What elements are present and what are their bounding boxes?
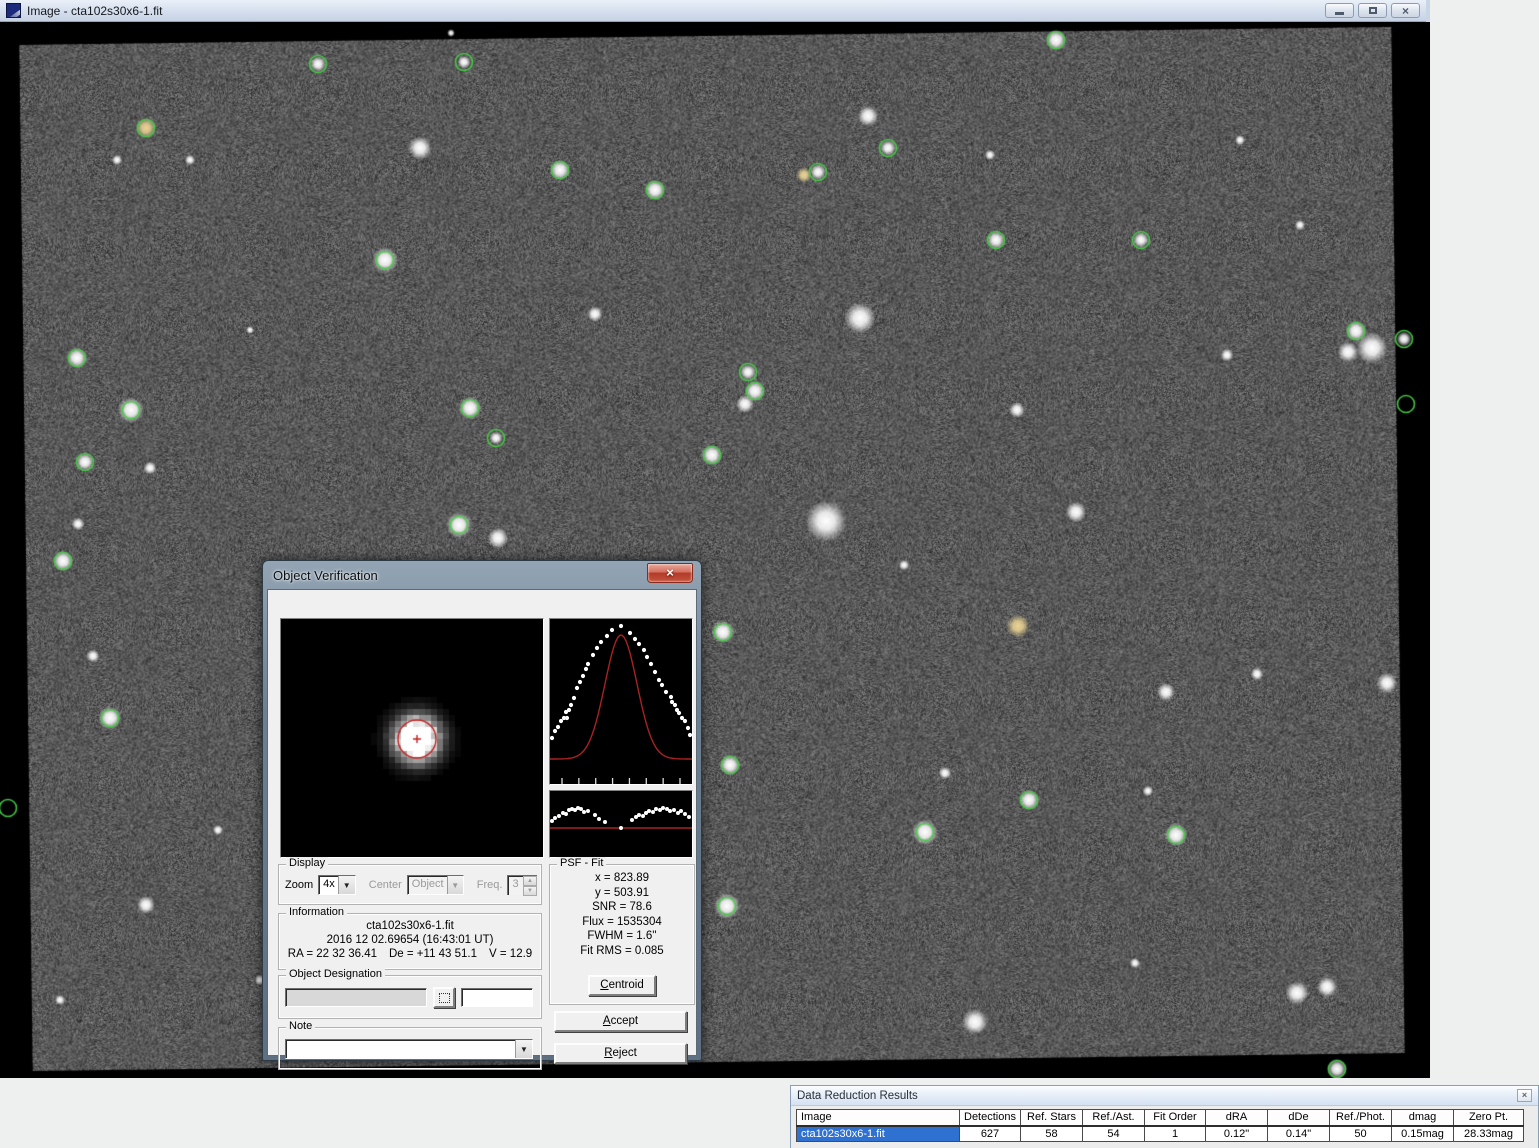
psf-y-value: y = 503.91 [550,887,694,899]
close-button[interactable]: × [1391,3,1420,18]
info-datetime: 2016 12 02.69654 (16:43:01 UT) [279,934,541,946]
minimize-button[interactable] [1325,3,1354,18]
table-row[interactable]: cta102s30x6-1.fit627585410.12"0.14"500.1… [797,1126,1524,1142]
column-header-dra: dRA [1206,1110,1268,1126]
column-header-fit-order: Fit Order [1145,1110,1206,1126]
object-designation-label: Object Designation [286,968,385,980]
chevron-down-icon[interactable]: ▼ [515,1040,532,1058]
centroid-button[interactable]: Centroid [588,975,656,996]
cell-image-name[interactable]: cta102s30x6-1.fit [797,1126,960,1142]
display-group-label: Display [286,857,328,869]
cell-value[interactable]: 58 [1021,1126,1083,1142]
restore-icon [1369,7,1377,14]
object-designation-input [285,988,427,1007]
image-window-title: Image - cta102s30x6-1.fit [27,4,162,18]
column-header-image: Image [797,1110,960,1126]
psf-fwhm-value: FWHM = 1.6'' [550,930,694,942]
cell-value[interactable]: 0.14" [1268,1126,1330,1142]
cell-value[interactable]: 0.15mag [1392,1126,1454,1142]
psf-residual-plot [549,790,693,858]
chevron-down-icon[interactable]: ▼ [338,876,355,894]
cell-value[interactable]: 1 [1145,1126,1206,1142]
zoom-label: Zoom [285,879,313,891]
results-title: Data Reduction Results [797,1090,918,1102]
cell-value[interactable]: 28.33mag [1454,1126,1524,1142]
column-header-ref-ast-: Ref./Ast. [1083,1110,1145,1126]
image-window: Image - cta102s30x6-1.fit × Object Verif… [0,0,1430,1078]
information-group: Information cta102s30x6-1.fit 2016 12 02… [278,913,542,970]
column-header-ref-phot-: Ref./Phot. [1330,1110,1392,1126]
column-header-detections: Detections [960,1110,1021,1126]
info-de: De = +11 43 51.1 [389,948,477,960]
cell-value[interactable]: 627 [960,1126,1021,1142]
psf-fit-group: PSF - Fit x = 823.89 y = 503.91 SNR = 78… [549,864,695,1005]
dialog-titlebar[interactable]: Object Verification [263,561,701,589]
psf-flux-value: Flux = 1535304 [550,916,694,928]
object-designation-alt-input[interactable] [461,988,533,1007]
psf-fit-group-label: PSF - Fit [557,857,606,869]
browse-button[interactable] [433,987,455,1008]
results-table: ImageDetectionsRef. StarsRef./Ast.Fit Or… [796,1109,1524,1142]
star-zoom-view [280,618,544,858]
starfield-canvas[interactable] [0,22,1430,1078]
freq-label: Freq. [477,879,503,891]
note-group: Note ▼ [278,1027,542,1070]
column-header-ref-stars: Ref. Stars [1021,1110,1083,1126]
dialog-close-button[interactable]: × [647,563,693,583]
object-verification-dialog: Object Verification × Display Zoom 4x ▼ … [262,560,702,1061]
spin-up-icon: ▲ [523,876,537,886]
zoom-select[interactable]: 4x ▼ [318,875,356,895]
psf-snr-value: SNR = 78.6 [550,901,694,913]
psf-x-value: x = 823.89 [550,872,694,884]
freq-stepper: 3 ▲▼ [507,875,537,895]
display-group: Display Zoom 4x ▼ Center Object ▼ Freq. … [278,864,542,905]
center-label: Center [369,879,402,891]
info-coordinates: RA = 22 32 36.41 De = +11 43 51.1 V = 12.9 [279,948,541,960]
dialog-title: Object Verification [273,568,378,583]
dialog-client-area: Display Zoom 4x ▼ Center Object ▼ Freq. … [267,589,697,1056]
comet-icon [6,3,21,18]
image-window-titlebar[interactable]: Image - cta102s30x6-1.fit × [0,0,1426,22]
center-select: Object ▼ [407,875,464,895]
restore-button[interactable] [1358,3,1387,18]
cell-value[interactable]: 54 [1083,1126,1145,1142]
column-header-dmag: dmag [1392,1110,1454,1126]
column-header-dde: dDe [1268,1110,1330,1126]
cell-value[interactable]: 50 [1330,1126,1392,1142]
results-titlebar[interactable]: Data Reduction Results × [791,1086,1538,1106]
data-reduction-results-window: Data Reduction Results × ImageDetections… [790,1085,1539,1148]
accept-button[interactable]: Accept [554,1011,687,1032]
information-group-label: Information [286,906,347,918]
spin-down-icon: ▼ [523,886,537,896]
cell-value[interactable]: 0.12" [1206,1126,1268,1142]
reject-button[interactable]: Reject [554,1043,687,1064]
results-close-button[interactable]: × [1517,1089,1532,1102]
close-icon: × [1402,5,1409,17]
psf-fitrms-value: Fit RMS = 0.085 [550,945,694,957]
note-select[interactable]: ▼ [285,1039,533,1059]
info-v: V = 12.9 [489,948,532,960]
minimize-icon [1335,12,1344,15]
object-designation-group: Object Designation [278,975,542,1019]
note-group-label: Note [286,1020,315,1032]
chevron-down-icon: ▼ [447,876,463,894]
info-filename: cta102s30x6-1.fit [279,920,541,932]
column-header-zero-pt-: Zero Pt. [1454,1110,1524,1126]
info-ra: RA = 22 32 36.41 [288,948,377,960]
psf-profile-plot [549,618,693,785]
